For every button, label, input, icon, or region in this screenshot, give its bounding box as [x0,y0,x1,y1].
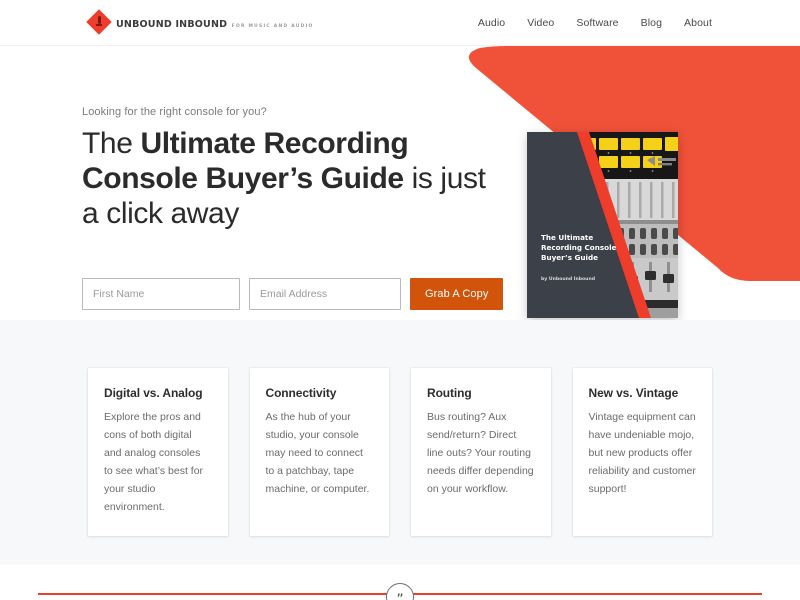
page-title: The Ultimate Recording Console Buyer’s G… [82,127,502,231]
book-title-line-1: The Ultimate [541,233,593,242]
ebook-cover-image: The Ultimate Recording Console Buyer’s G… [527,132,678,318]
feature-card-title: New vs. Vintage [588,386,679,400]
feature-card-title: Digital vs. Analog [104,386,203,400]
book-title-line-3: Buyer’s Guide [541,253,598,262]
feature-card-list: Digital vs. Analog Explore the pros and … [88,368,712,537]
testimonial-section: ” [0,565,800,600]
feature-card-body: Vintage equipment can have undeniable mo… [588,411,696,496]
diamond-microphone-icon [86,9,112,35]
hero-eyebrow: Looking for the right console for you? [82,106,267,118]
hero-section: Looking for the right console for you? T… [0,46,800,320]
first-name-input[interactable] [82,278,240,310]
feature-card-title: Routing [427,386,472,400]
brand-wordmark: UNBOUND INBOUND FOR MUSIC AND AUDIO [116,14,314,31]
lead-capture-form: Grab A Copy [82,278,504,310]
quote-mark-icon: ” [386,583,414,600]
feature-card: Connectivity As the hub of your studio, … [249,368,389,537]
feature-card-body: As the hub of your studio, your console … [265,411,370,496]
feature-card: New vs. Vintage Vintage equipment can ha… [572,368,712,537]
feature-card: Digital vs. Analog Explore the pros and … [88,368,228,537]
book-byline: by Unbound Inbound [541,276,595,282]
feature-card-body: Bus routing? Aux send/return? Direct lin… [427,411,534,496]
book-title-line-2: Recording Console [541,243,617,252]
nav-item-software[interactable]: Software [576,17,618,29]
site-header: UNBOUND INBOUND FOR MUSIC AND AUDIO Audi… [0,0,800,46]
feature-card-body: Explore the pros and cons of both digita… [104,411,204,514]
landing-page: UNBOUND INBOUND FOR MUSIC AND AUDIO Audi… [0,0,800,600]
nav-item-about[interactable]: About [684,17,712,29]
feature-card-title: Connectivity [265,386,337,400]
feature-card: Routing Bus routing? Aux send/return? Di… [411,368,551,537]
headline-lead: The [82,127,141,160]
hero-copy: Looking for the right console for you? T… [82,106,502,231]
brand-tagline: FOR MUSIC AND AUDIO [231,23,314,29]
brand-name: UNBOUND INBOUND [116,18,228,30]
features-section: Digital vs. Analog Explore the pros and … [0,320,800,565]
nav-item-video[interactable]: Video [527,17,554,29]
main-navigation: Audio Video Software Blog About [478,0,712,46]
brand-logo-link[interactable]: UNBOUND INBOUND FOR MUSIC AND AUDIO [86,9,314,35]
email-input[interactable] [249,278,401,310]
nav-item-audio[interactable]: Audio [478,17,505,29]
nav-item-blog[interactable]: Blog [641,17,662,29]
grab-a-copy-button[interactable]: Grab A Copy [410,278,504,310]
